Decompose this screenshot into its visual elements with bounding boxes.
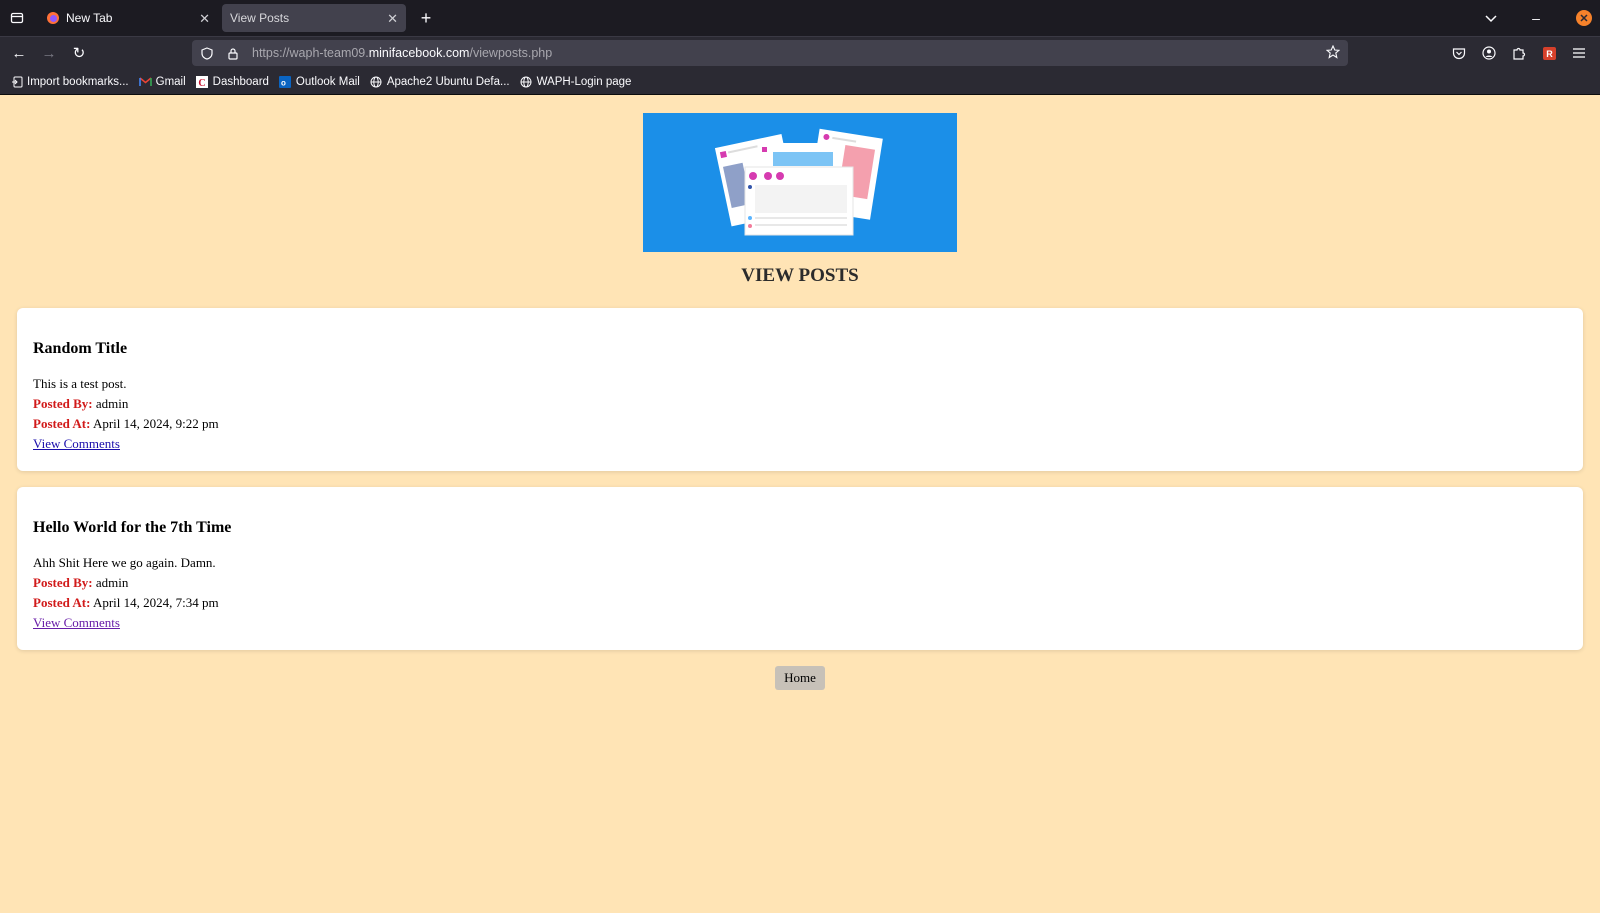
tab-new-tab[interactable]: New Tab ✕ bbox=[38, 4, 218, 32]
address-bar[interactable]: https://waph-team09.minifacebook.com/vie… bbox=[192, 40, 1348, 66]
post-author: admin bbox=[95, 575, 129, 590]
gmail-icon bbox=[138, 75, 152, 88]
post-title: Random Title bbox=[33, 340, 128, 357]
close-tab-icon[interactable]: ✕ bbox=[387, 11, 398, 27]
posted-at-label: Posted At: bbox=[33, 595, 91, 610]
post-card: Hello World for the 7th Time Ahh Shit He… bbox=[17, 487, 1583, 650]
post-title: Hello World for the 7th Time bbox=[33, 519, 232, 536]
bookmark-label: WAPH-Login page bbox=[536, 75, 632, 88]
page-title: VIEW POSTS bbox=[741, 265, 859, 286]
post-card: Random Title This is a test post. Posted… bbox=[17, 308, 1583, 471]
bookmark-outlook[interactable]: o Outlook Mail bbox=[279, 75, 360, 88]
tab-title: View Posts bbox=[230, 11, 290, 25]
list-all-tabs-chevron-icon[interactable] bbox=[1476, 10, 1506, 26]
tab-view-posts[interactable]: View Posts ✕ bbox=[222, 4, 406, 32]
post-author: admin bbox=[95, 396, 129, 411]
posts-banner-image bbox=[643, 113, 957, 252]
post-time-row: Posted At: April 14, 2024, 9:22 pm bbox=[33, 414, 1567, 434]
tab-title: New Tab bbox=[66, 11, 113, 25]
posted-by-label: Posted By: bbox=[33, 396, 93, 411]
url-path: /viewposts.php bbox=[469, 46, 553, 60]
outlook-icon: o bbox=[279, 75, 292, 88]
bookmark-label: Import bookmarks... bbox=[27, 75, 129, 88]
dashboard-icon: C bbox=[196, 75, 209, 88]
extension-red-icon[interactable]: R bbox=[1534, 46, 1564, 60]
pocket-icon[interactable] bbox=[1444, 47, 1474, 60]
post-time: April 14, 2024, 9:22 pm bbox=[92, 416, 219, 431]
close-tab-icon[interactable]: ✕ bbox=[199, 11, 210, 27]
globe-icon bbox=[370, 75, 383, 88]
post-body: Ahh Shit Here we go again. Damn. bbox=[33, 555, 216, 570]
back-arrow-icon[interactable]: ← bbox=[4, 45, 34, 62]
tab-bar: New Tab ✕ View Posts ✕ + – ✕ bbox=[0, 0, 1600, 36]
reload-icon[interactable]: ↻ bbox=[64, 44, 94, 62]
svg-text:C: C bbox=[199, 78, 206, 88]
new-tab-plus-icon[interactable]: + bbox=[416, 8, 436, 29]
navigation-toolbar: ← → ↻ https://waph-team09.minifacebook.c… bbox=[0, 36, 1600, 69]
bookmark-import[interactable]: Import bookmarks... bbox=[10, 75, 129, 88]
window-close-icon[interactable]: ✕ bbox=[1576, 10, 1592, 26]
bookmark-waph-login[interactable]: WAPH-Login page bbox=[520, 75, 632, 88]
bookmarks-toolbar: Import bookmarks... Gmail C Dashboard o … bbox=[0, 69, 1600, 95]
extensions-puzzle-icon[interactable] bbox=[1504, 46, 1534, 60]
url-domain: minifacebook.com bbox=[368, 46, 470, 60]
home-button[interactable]: Home bbox=[775, 666, 825, 690]
firefox-logo-icon bbox=[46, 11, 60, 25]
svg-text:R: R bbox=[1546, 49, 1553, 59]
view-comments-link[interactable]: View Comments bbox=[33, 436, 120, 451]
bookmark-label: Outlook Mail bbox=[295, 75, 360, 88]
firefox-view-button[interactable] bbox=[0, 0, 34, 36]
post-author-row: Posted By: admin bbox=[33, 573, 1567, 593]
url-text: https://waph-team09.minifacebook.com/vie… bbox=[252, 46, 552, 60]
hamburger-menu-icon[interactable] bbox=[1564, 47, 1594, 59]
post-time: April 14, 2024, 7:34 pm bbox=[92, 595, 219, 610]
post-author-row: Posted By: admin bbox=[33, 394, 1567, 414]
posted-by-label: Posted By: bbox=[33, 575, 93, 590]
view-comments-link[interactable]: View Comments bbox=[33, 615, 120, 630]
url-prefix: https://waph-team09. bbox=[252, 46, 369, 60]
lock-icon[interactable] bbox=[222, 47, 244, 60]
firefox-view-icon bbox=[10, 12, 24, 24]
bookmark-gmail[interactable]: Gmail bbox=[138, 75, 186, 88]
svg-text:o: o bbox=[281, 78, 286, 87]
bookmark-apache[interactable]: Apache2 Ubuntu Defa... bbox=[370, 75, 510, 88]
bookmark-label: Dashboard bbox=[212, 75, 269, 88]
bookmark-star-icon[interactable] bbox=[1325, 44, 1341, 62]
forward-arrow-icon[interactable]: → bbox=[34, 45, 64, 62]
globe-icon bbox=[520, 75, 533, 88]
bookmark-label: Apache2 Ubuntu Defa... bbox=[386, 75, 510, 88]
bookmark-label: Gmail bbox=[155, 75, 186, 88]
post-time-row: Posted At: April 14, 2024, 7:34 pm bbox=[33, 593, 1567, 613]
post-body: This is a test post. bbox=[33, 376, 127, 391]
import-icon bbox=[10, 75, 23, 88]
account-icon[interactable] bbox=[1474, 46, 1504, 60]
posted-at-label: Posted At: bbox=[33, 416, 91, 431]
minimize-icon[interactable]: – bbox=[1506, 10, 1566, 26]
tracking-shield-icon[interactable] bbox=[196, 46, 218, 60]
bookmark-dashboard[interactable]: C Dashboard bbox=[196, 75, 269, 88]
